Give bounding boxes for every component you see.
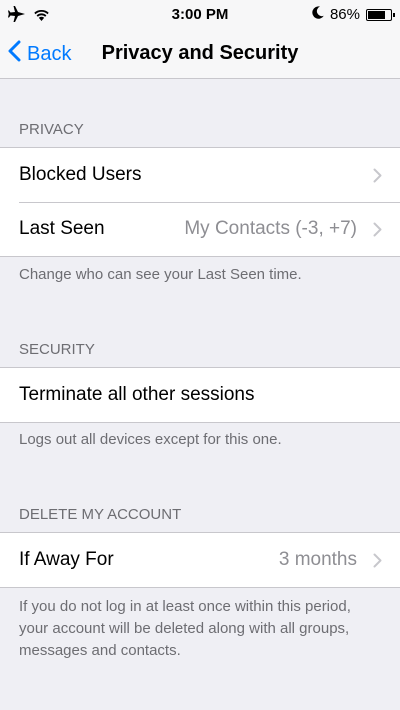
section-header-security: SECURITY (19, 341, 95, 358)
privacy-group: Blocked Users Last Seen My Contacts (-3,… (0, 147, 400, 257)
chevron-right-icon (373, 552, 382, 574)
last-seen-value: My Contacts (-3, +7) (184, 218, 357, 239)
if-away-for-label: If Away For (19, 549, 114, 570)
security-footer: Logs out all devices except for this one… (19, 431, 282, 448)
navigation-bar: Back Privacy and Security (0, 30, 400, 79)
battery-fill (368, 10, 386, 19)
section-header-delete-account: DELETE MY ACCOUNT (19, 506, 182, 523)
blocked-users-label: Blocked Users (19, 164, 142, 185)
last-seen-row[interactable]: Last Seen My Contacts (-3, +7) (0, 202, 400, 256)
terminate-sessions-row[interactable]: Terminate all other sessions (0, 368, 400, 422)
if-away-for-value: 3 months (278, 549, 357, 570)
status-right: 86% (312, 6, 395, 23)
if-away-for-row[interactable]: If Away For 3 months (0, 533, 400, 587)
chevron-right-icon (373, 167, 382, 189)
last-seen-label: Last Seen (19, 218, 105, 239)
section-header-privacy: PRIVACY (19, 121, 84, 138)
status-bar: 3:00 PM 86% (0, 0, 400, 30)
moon-icon (312, 6, 324, 23)
battery-icon (366, 8, 395, 21)
page-title: Privacy and Security (101, 42, 299, 64)
terminate-sessions-label: Terminate all other sessions (19, 384, 255, 405)
security-group: Terminate all other sessions (0, 367, 400, 423)
delete-account-group: If Away For 3 months (0, 532, 400, 588)
privacy-footer: Change who can see your Last Seen time. (19, 266, 302, 283)
battery-percent: 86% (329, 6, 360, 23)
blocked-users-row[interactable]: Blocked Users (0, 148, 400, 202)
chevron-right-icon (373, 221, 382, 243)
delete-account-footer: If you do not log in at least once withi… (19, 598, 351, 659)
